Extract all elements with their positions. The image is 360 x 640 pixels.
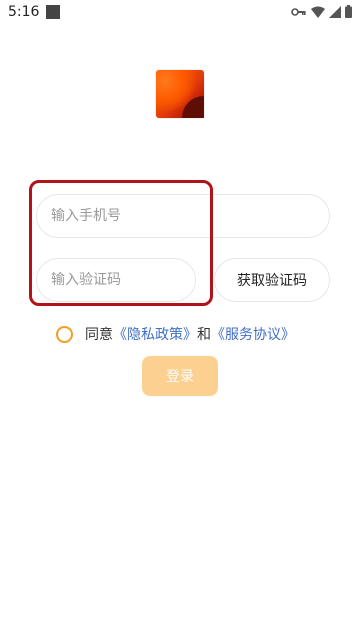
agree-radio[interactable] <box>56 325 73 343</box>
status-icons <box>291 5 352 18</box>
key-icon <box>291 7 306 16</box>
signal-icon <box>329 5 341 18</box>
agreement-and: 和 <box>197 327 211 343</box>
wifi-icon <box>311 6 325 18</box>
get-code-button[interactable]: 获取验证码 <box>214 258 330 302</box>
login-button[interactable]: 登录 <box>142 356 218 396</box>
phone-field[interactable] <box>36 194 330 238</box>
privacy-policy-link[interactable]: 《隐私政策》 <box>113 324 197 344</box>
verification-code-input[interactable] <box>37 259 195 301</box>
agreement-prefix: 同意 <box>85 327 113 343</box>
status-bar: 5:16 <box>0 0 360 24</box>
notification-square-icon <box>46 5 60 19</box>
code-field[interactable] <box>36 258 196 302</box>
agreement-row: 同意 《隐私政策》 和 《服务协议》 <box>56 324 295 344</box>
service-agreement-link[interactable]: 《服务协议》 <box>211 324 295 344</box>
phone-input[interactable] <box>37 195 329 237</box>
app-logo-corner <box>182 96 204 118</box>
status-time: 5:16 <box>8 4 40 20</box>
battery-icon <box>345 5 352 18</box>
app-logo <box>156 70 204 118</box>
